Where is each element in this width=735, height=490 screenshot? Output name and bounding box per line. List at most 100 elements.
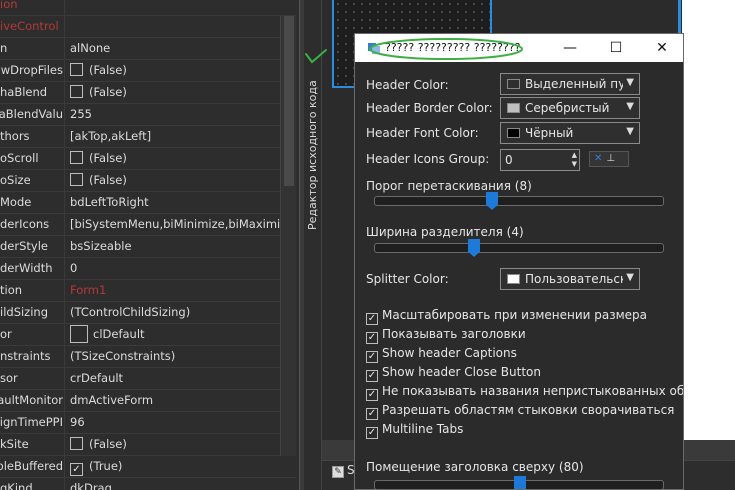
slider-thumb[interactable] <box>486 192 498 210</box>
slider-thumb[interactable] <box>468 239 480 257</box>
property-value[interactable]: bdLeftToRight <box>64 192 282 213</box>
header-icons-group-label: Header Icons Group: <box>366 152 490 166</box>
checkbox-box[interactable]: ✓ <box>366 332 378 344</box>
property-checkbox[interactable] <box>70 437 83 450</box>
checkbox-label: Масштабировать при изменении размера <box>382 308 648 322</box>
property-row[interactable]: aultMonitor dmActiveForm <box>0 390 296 412</box>
property-checkbox[interactable] <box>70 85 83 98</box>
property-row[interactable]: oScroll (False) <box>0 148 296 170</box>
property-row[interactable]: nstraints (TSizeConstraints) <box>0 346 296 368</box>
property-row[interactable]: tion Form1 <box>0 280 296 302</box>
property-value[interactable]: (False) <box>64 434 282 455</box>
header-font-color-label: Header Font Color: <box>366 126 479 140</box>
property-row[interactable]: ableBuffered✓(True) <box>0 456 296 478</box>
option-checkbox[interactable]: ✓ Показывать заголовки <box>366 327 526 344</box>
header-icons-group-spinner[interactable]: 0 ▲ ▼ <box>500 149 580 171</box>
property-row[interactable]: iveControl <box>0 16 296 38</box>
option-checkbox[interactable]: ✓ Show header Captions <box>366 346 517 363</box>
source-editor-side-tab[interactable]: Редактор исходного кода <box>304 0 322 490</box>
property-row[interactable]: ignTimePPI 96 <box>0 412 296 434</box>
splitter-width-slider[interactable] <box>374 239 664 257</box>
property-value[interactable]: (False) <box>64 148 282 169</box>
checkbox-box[interactable]: ✓ <box>366 427 378 439</box>
property-row[interactable]: thors [akTop,akLeft] <box>0 126 296 148</box>
color-swatch <box>507 103 520 113</box>
property-value[interactable]: clDefault <box>64 324 282 345</box>
header-border-color-select[interactable]: Серебристый ▼ <box>500 97 640 119</box>
property-value[interactable] <box>64 16 282 37</box>
property-row[interactable]: haBlendValu255 <box>0 104 296 126</box>
file-icon[interactable]: ✎ <box>332 466 344 478</box>
property-checkbox[interactable]: ✓ <box>70 463 83 476</box>
designer-panel <box>682 0 735 440</box>
property-row[interactable]: derIcons [biSystemMenu,biMinimize,biMaxim… <box>0 214 296 236</box>
chevron-down-icon: ▼ <box>626 101 634 112</box>
dialog-titlebar[interactable]: ????? ????????? ???????? — ☐ ✕ <box>355 34 683 62</box>
property-value[interactable]: [akTop,akLeft] <box>64 126 282 147</box>
property-row[interactable]: kSite (False) <box>0 434 296 456</box>
property-row[interactable]: derStyle bsSizeable <box>0 236 296 258</box>
drag-threshold-slider[interactable] <box>374 192 664 210</box>
splitter-color-select[interactable]: Пользовательский ▼ <box>500 268 640 290</box>
property-value[interactable]: (False) <box>64 60 282 81</box>
property-value[interactable]: 0 <box>64 258 282 279</box>
checkbox-box[interactable]: ✓ <box>366 313 378 325</box>
property-name: aultMonitor <box>0 393 63 407</box>
property-value[interactable]: 255 <box>64 104 282 125</box>
property-row[interactable]: ildSizing (TControlChildSizing) <box>0 302 296 324</box>
chevron-down-icon: ▼ <box>626 77 634 88</box>
property-value[interactable]: (TSizeConstraints) <box>64 346 282 367</box>
property-row[interactable]: sor crDefault <box>0 368 296 390</box>
property-value[interactable]: alNone <box>64 38 282 59</box>
option-checkbox[interactable]: ✓ Разрешать областям стыковки сворачивать… <box>366 403 674 420</box>
property-value[interactable] <box>64 0 282 15</box>
property-row[interactable]: derWidth 0 <box>0 258 296 280</box>
checkbox-box[interactable]: ✓ <box>366 370 378 382</box>
property-row[interactable]: gKind dkDrag <box>0 478 296 490</box>
property-value[interactable]: (False) <box>64 82 282 103</box>
header-font-color-select[interactable]: Чёрный ▼ <box>500 122 640 144</box>
property-checkbox[interactable] <box>70 63 83 76</box>
property-name: sor <box>0 371 18 385</box>
option-checkbox[interactable]: ✓ Не показывать названия непристыкованных… <box>366 384 683 401</box>
inspector-scrollbar[interactable] <box>280 16 296 456</box>
property-row[interactable]: haBlend (False) <box>0 82 296 104</box>
property-value[interactable]: [biSystemMenu,biMinimize,biMaximize <box>64 214 282 235</box>
spin-down-icon[interactable]: ▼ <box>572 160 577 169</box>
option-checkbox[interactable]: ✓ Show header Close Button <box>366 365 541 382</box>
property-checkbox[interactable] <box>70 151 83 164</box>
property-row[interactable]: oSize (False) <box>0 170 296 192</box>
option-checkbox[interactable]: ✓ Multiline Tabs <box>366 422 463 439</box>
property-row[interactable]: or clDefault <box>0 324 296 346</box>
checkbox-box[interactable]: ✓ <box>366 408 378 420</box>
property-value[interactable]: dkDrag <box>64 478 282 490</box>
property-value[interactable]: dmActiveForm <box>64 390 282 411</box>
property-value[interactable]: bsSizeable <box>64 236 282 257</box>
scrollbar-thumb[interactable] <box>284 16 294 186</box>
property-row[interactable]: owDropFiles (False) <box>0 60 296 82</box>
checkbox-box[interactable]: ✓ <box>366 351 378 363</box>
option-checkbox[interactable]: ✓ Масштабировать при изменении размера <box>366 308 648 325</box>
property-value[interactable]: (False) <box>64 170 282 191</box>
property-name: ignTimePPI <box>0 415 63 429</box>
property-value[interactable]: ✓ (True) <box>64 456 282 477</box>
property-value[interactable]: crDefault <box>64 368 282 389</box>
header-caption-space-slider[interactable] <box>374 476 664 489</box>
checkbox-box[interactable]: ✓ <box>366 389 378 401</box>
property-value[interactable]: Form1 <box>64 280 282 301</box>
property-name: haBlendValu <box>0 107 63 121</box>
property-value[interactable]: (TControlChildSizing) <box>64 302 282 323</box>
property-row[interactable]: Mode bdLeftToRight <box>0 192 296 214</box>
property-row[interactable]: n alNone <box>0 38 296 60</box>
close-button[interactable]: ✕ <box>639 34 683 62</box>
property-row[interactable]: ion <box>0 0 296 16</box>
slider-thumb[interactable] <box>514 476 526 489</box>
minimize-button[interactable]: — <box>547 34 593 62</box>
header-color-select[interactable]: Выделенный пункт ▼ <box>500 73 640 95</box>
property-value[interactable]: 96 <box>64 412 282 433</box>
maximize-button[interactable]: ☐ <box>593 34 639 62</box>
checkbox-label: Показывать заголовки <box>382 327 526 341</box>
property-checkbox[interactable] <box>70 173 83 186</box>
spin-up-icon[interactable]: ▲ <box>572 151 577 160</box>
annotation-check-icon <box>305 49 327 64</box>
